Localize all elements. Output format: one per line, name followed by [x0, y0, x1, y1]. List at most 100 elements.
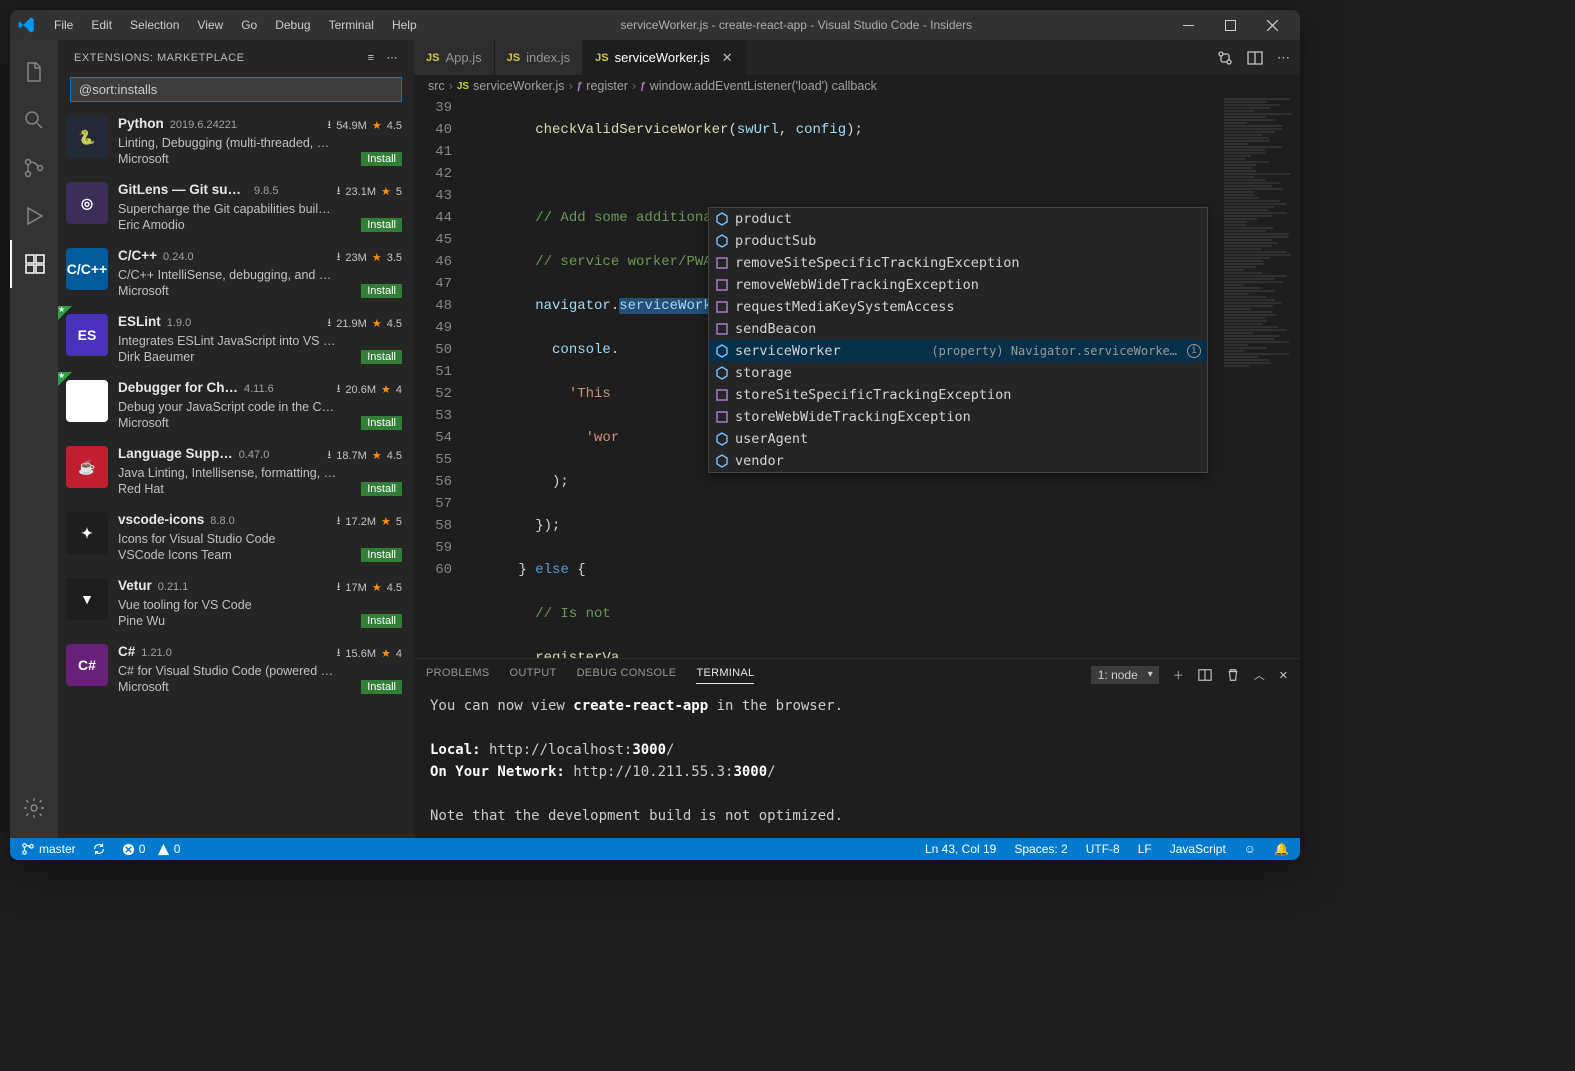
- language-mode-status[interactable]: JavaScript: [1167, 842, 1229, 856]
- extension-item[interactable]: ☕Language Supp…0.47.0⭳18.7M ★4.5Java Lin…: [58, 438, 414, 504]
- terminal-output[interactable]: You can now view create-react-app in the…: [414, 691, 1300, 838]
- minimap[interactable]: [1220, 97, 1300, 658]
- code-content[interactable]: checkValidServiceWorker(swUrl, config); …: [464, 97, 1300, 658]
- extension-item[interactable]: ◐Debugger for Ch…4.11.6⭳20.6M ★4Debug yo…: [58, 372, 414, 438]
- suggest-label: removeWebWideTrackingException: [735, 274, 979, 296]
- line-number: 47: [414, 273, 452, 295]
- tab-label: serviceWorker.js: [615, 50, 710, 65]
- indentation-status[interactable]: Spaces: 2: [1011, 842, 1070, 856]
- menu-terminal[interactable]: Terminal: [321, 14, 382, 36]
- suggest-item[interactable]: storeWebWideTrackingException: [709, 406, 1207, 428]
- filter-icon[interactable]: ≡: [368, 52, 375, 64]
- extension-name: vscode-icons: [118, 512, 204, 527]
- minimize-button[interactable]: [1168, 12, 1208, 38]
- breadcrumb-fn2[interactable]: window.addEventListener('load') callback: [650, 79, 877, 93]
- suggest-item[interactable]: product: [709, 208, 1207, 230]
- menu-edit[interactable]: Edit: [83, 14, 120, 36]
- suggest-label: storeSiteSpecificTrackingException: [735, 384, 1011, 406]
- split-editor-icon[interactable]: [1247, 50, 1263, 66]
- menu-view[interactable]: View: [189, 14, 231, 36]
- editor-tab[interactable]: JSindex.js: [495, 40, 584, 75]
- suggest-item[interactable]: serviceWorker(property) Navigator.servic…: [709, 340, 1207, 362]
- extension-item[interactable]: C/C++C/C++0.24.0⭳23M ★3.5C/C++ IntelliSe…: [58, 240, 414, 306]
- suggest-item[interactable]: vendor: [709, 450, 1207, 472]
- install-button[interactable]: Install: [361, 284, 402, 298]
- problems-status[interactable]: 0 0: [119, 842, 184, 856]
- extension-name: C#: [118, 644, 135, 659]
- split-terminal-icon[interactable]: [1198, 668, 1212, 682]
- suggest-kind-icon: [715, 300, 729, 314]
- maximize-button[interactable]: [1210, 12, 1250, 38]
- menu-help[interactable]: Help: [384, 14, 425, 36]
- extension-item[interactable]: ESESLint1.9.0⭳21.9M ★4.5Integrates ESLin…: [58, 306, 414, 372]
- panel-tab-terminal[interactable]: TERMINAL: [696, 667, 754, 684]
- search-icon[interactable]: [10, 96, 58, 144]
- suggest-item[interactable]: storage: [709, 362, 1207, 384]
- kill-terminal-icon[interactable]: [1226, 668, 1240, 682]
- extension-item[interactable]: ▼Vetur0.21.1⭳17M ★4.5Vue tooling for VS …: [58, 570, 414, 636]
- feedback-icon[interactable]: ☺: [1241, 842, 1259, 856]
- compare-changes-icon[interactable]: [1217, 50, 1233, 66]
- install-button[interactable]: Install: [361, 152, 402, 166]
- extension-item[interactable]: C#C#1.21.0⭳15.6M ★4C# for Visual Studio …: [58, 636, 414, 702]
- install-button[interactable]: Install: [361, 680, 402, 694]
- breadcrumb-folder[interactable]: src: [428, 79, 445, 93]
- suggest-item[interactable]: productSub: [709, 230, 1207, 252]
- extension-item[interactable]: ◎GitLens — Git sup…9.8.5⭳23.1M ★5Superch…: [58, 174, 414, 240]
- extension-item[interactable]: 🐍Python2019.6.24221⭳54.9M ★4.5Linting, D…: [58, 108, 414, 174]
- install-button[interactable]: Install: [361, 416, 402, 430]
- menu-go[interactable]: Go: [233, 14, 265, 36]
- editor-tab[interactable]: JSserviceWorker.js✕: [583, 40, 746, 75]
- code-editor[interactable]: 3940414243444546474849505152535455565758…: [414, 97, 1300, 658]
- editor-tabs: JSApp.jsJSindex.jsJSserviceWorker.js✕ ⋯: [414, 40, 1300, 75]
- suggest-item[interactable]: sendBeacon: [709, 318, 1207, 340]
- suggest-item[interactable]: storeSiteSpecificTrackingException: [709, 384, 1207, 406]
- menu-debug[interactable]: Debug: [267, 14, 318, 36]
- extensions-search-input[interactable]: @sort:installs: [70, 77, 402, 102]
- debug-icon[interactable]: [10, 192, 58, 240]
- suggest-item[interactable]: userAgent: [709, 428, 1207, 450]
- source-control-icon[interactable]: [10, 144, 58, 192]
- panel-tab-output[interactable]: OUTPUT: [510, 667, 557, 684]
- install-button[interactable]: Install: [361, 218, 402, 232]
- breadcrumb[interactable]: src › JS serviceWorker.js › ƒ register ›…: [414, 75, 1300, 97]
- info-icon[interactable]: i: [1187, 344, 1201, 358]
- close-tab-icon[interactable]: ✕: [722, 50, 733, 66]
- encoding-status[interactable]: UTF-8: [1083, 842, 1123, 856]
- maximize-panel-icon[interactable]: ︿: [1254, 667, 1265, 683]
- cursor-position-status[interactable]: Ln 43, Col 19: [922, 842, 999, 856]
- panel-tab-problems[interactable]: PROBLEMS: [426, 667, 490, 684]
- install-button[interactable]: Install: [361, 482, 402, 496]
- panel-tab-debug-console[interactable]: DEBUG CONSOLE: [577, 667, 677, 684]
- git-branch-status[interactable]: master: [18, 842, 79, 856]
- extensions-list[interactable]: 🐍Python2019.6.24221⭳54.9M ★4.5Linting, D…: [58, 108, 414, 838]
- extensions-icon[interactable]: [10, 240, 58, 288]
- more-icon[interactable]: ⋯: [387, 51, 399, 64]
- menu-selection[interactable]: Selection: [122, 14, 187, 36]
- eol-status[interactable]: LF: [1135, 842, 1155, 856]
- editor-more-icon[interactable]: ⋯: [1277, 50, 1290, 66]
- settings-gear-icon[interactable]: [10, 784, 58, 832]
- close-button[interactable]: [1252, 12, 1292, 38]
- menu-file[interactable]: File: [46, 14, 81, 36]
- breadcrumb-fn1[interactable]: register: [586, 79, 628, 93]
- sync-status[interactable]: [89, 842, 109, 856]
- editor-tab[interactable]: JSApp.js: [414, 40, 495, 75]
- install-button[interactable]: Install: [361, 614, 402, 628]
- terminal-selector[interactable]: 1: node: [1091, 668, 1159, 682]
- explorer-icon[interactable]: [10, 48, 58, 96]
- close-panel-icon[interactable]: ✕: [1279, 669, 1288, 682]
- extension-version: 1.9.0: [167, 317, 191, 329]
- new-terminal-icon[interactable]: ＋: [1173, 667, 1184, 683]
- install-button[interactable]: Install: [361, 350, 402, 364]
- suggest-item[interactable]: removeWebWideTrackingException: [709, 274, 1207, 296]
- breadcrumb-file[interactable]: serviceWorker.js: [473, 79, 564, 93]
- extension-item[interactable]: ✦vscode-icons8.8.0⭳17.2M ★5Icons for Vis…: [58, 504, 414, 570]
- notifications-icon[interactable]: 🔔: [1271, 842, 1292, 856]
- suggest-item[interactable]: removeSiteSpecificTrackingException: [709, 252, 1207, 274]
- install-button[interactable]: Install: [361, 548, 402, 562]
- suggest-item[interactable]: requestMediaKeySystemAccess: [709, 296, 1207, 318]
- intellisense-suggest-widget[interactable]: productproductSubremoveSiteSpecificTrack…: [708, 207, 1208, 473]
- line-number: 43: [414, 185, 452, 207]
- extension-description: Linting, Debugging (multi-threaded, …: [118, 136, 402, 150]
